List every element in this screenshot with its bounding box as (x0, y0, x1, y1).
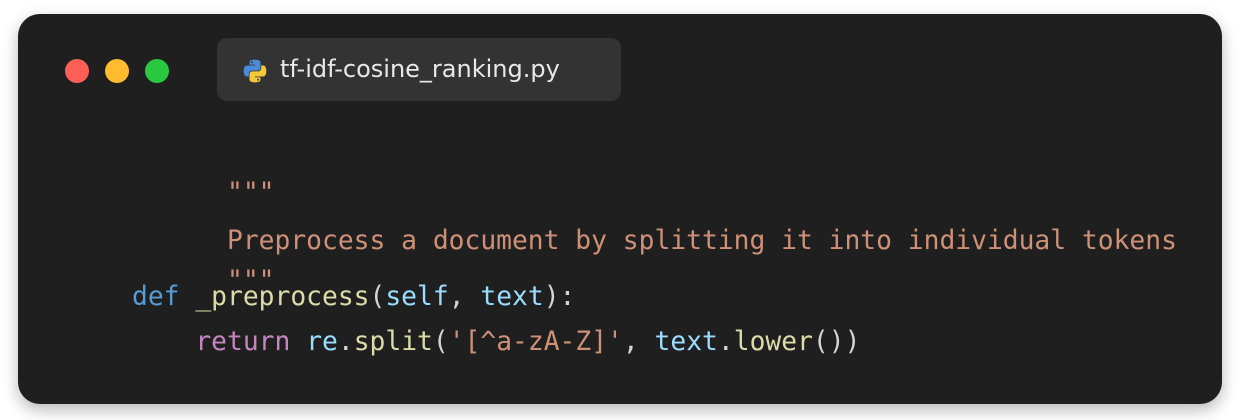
code-block: """ Preprocess a document by splitting i… (132, 142, 1177, 357)
code-line: """ (132, 230, 275, 296)
dot: . (337, 327, 354, 357)
docstring-text: Preprocess a document by splitting it in… (227, 226, 1177, 256)
python-icon (243, 59, 267, 83)
call-open: ( (432, 327, 449, 357)
regex-string: '[^a-zA-Z]' (448, 327, 623, 357)
split-function: split (353, 327, 433, 357)
code-line: """ (132, 142, 275, 208)
paren-open: ( (369, 282, 386, 312)
param-self: self (385, 282, 449, 312)
close-dot-icon[interactable] (65, 59, 89, 83)
return-keyword: return (195, 327, 291, 357)
file-tab[interactable]: tf-idf-cosine_ranking.py (217, 38, 621, 101)
arg-comma: , (622, 327, 655, 357)
code-line: def _preprocess(self, text): (132, 280, 575, 314)
call-close: ()) (812, 327, 861, 357)
code-window: tf-idf-cosine_ranking.py """ Preprocess … (18, 14, 1222, 404)
tab-filename: tf-idf-cosine_ranking.py (280, 55, 560, 83)
lower-function: lower (733, 327, 813, 357)
code-line: return re.split('[^a-zA-Z]', text.lower(… (132, 325, 860, 359)
def-keyword: def (132, 282, 180, 312)
minimize-dot-icon[interactable] (105, 59, 129, 83)
code-line: Preprocess a document by splitting it in… (132, 190, 1177, 256)
param-comma: , (448, 282, 481, 312)
text-variable: text (654, 327, 718, 357)
maximize-dot-icon[interactable] (145, 59, 169, 83)
module-name: re (306, 327, 338, 357)
def-end: ): (543, 282, 576, 312)
function-name: _preprocess (195, 282, 370, 312)
param-text: text (480, 282, 544, 312)
dot: . (717, 327, 734, 357)
